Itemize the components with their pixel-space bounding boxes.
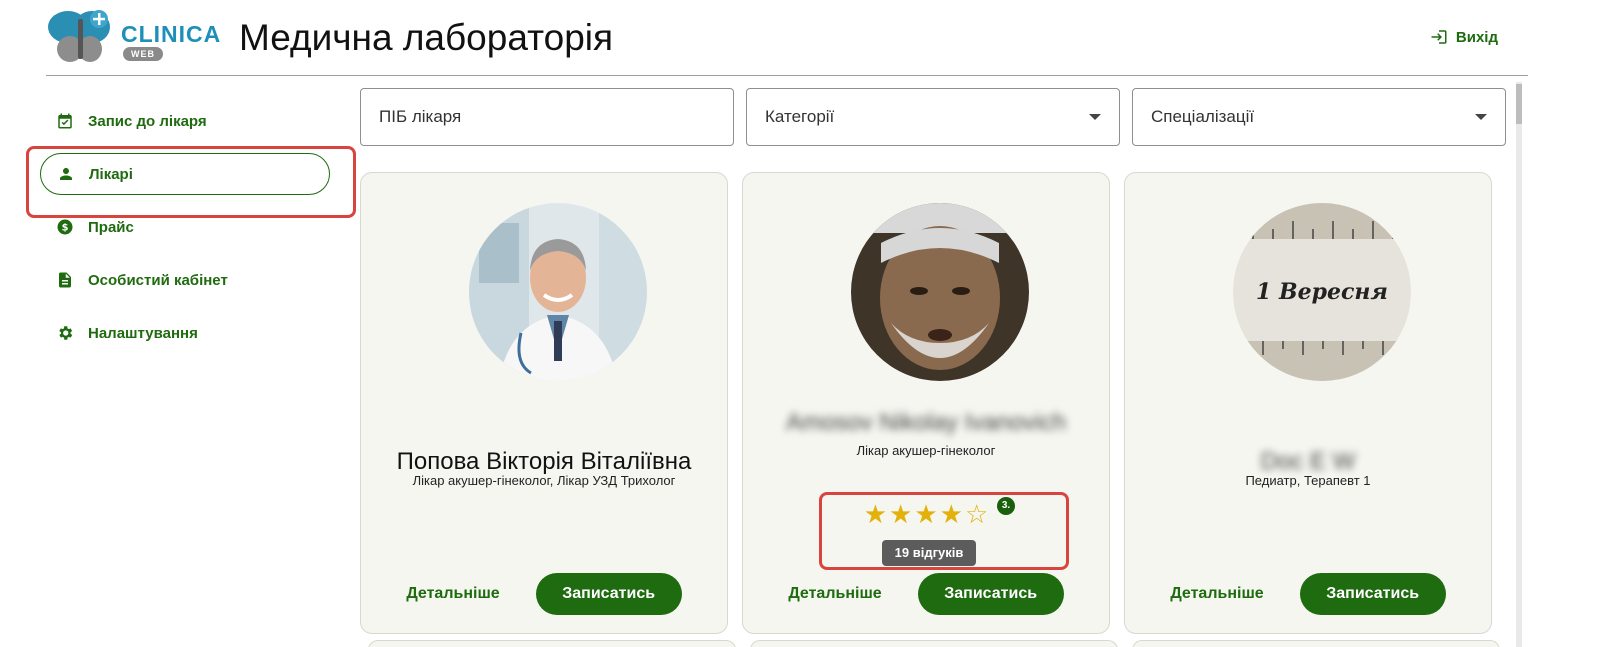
book-appointment-button[interactable]: Записатись <box>535 573 682 615</box>
details-button[interactable]: Детальніше <box>1170 585 1263 603</box>
doctor-name-search-input[interactable]: ПІБ лікаря <box>360 88 734 146</box>
specialization-select[interactable]: Спеціалізації <box>1132 88 1506 146</box>
details-button[interactable]: Детальніше <box>406 585 499 603</box>
doctor-name-placeholder: ПІБ лікаря <box>379 107 462 126</box>
sidebar-item-label: Прайс <box>88 218 134 236</box>
doctor-card-partial <box>368 640 736 647</box>
document-icon <box>56 271 74 289</box>
app-header: CLINICA WEB Медична лабораторія Вихід <box>46 0 1528 76</box>
page-title: Медична лабораторія <box>239 17 614 58</box>
page: CLINICA WEB Медична лабораторія Вихід За… <box>0 0 1617 647</box>
doctor-specialization: Лікар акушер-гінеколог <box>856 443 996 458</box>
annotation-highlight-doctors <box>26 146 356 218</box>
dropdown-arrow-icon <box>1475 114 1487 120</box>
dollar-icon: $ <box>56 218 74 236</box>
doctor-specialization: Педиатр, Терапевт 1 <box>1245 473 1371 488</box>
filter-bar: ПІБ лікаря Категорії Спеціалізації <box>360 88 1506 146</box>
doctor-name: Попова Вікторія Віталіївна <box>396 448 692 475</box>
book-appointment-button[interactable]: Записатись <box>1299 573 1446 615</box>
doctor-avatar: 1 Вересня <box>1233 203 1411 381</box>
content-scrollbar[interactable] <box>1516 82 1522 647</box>
doctor-name: Doc E W <box>1260 448 1356 475</box>
logo-badge: WEB <box>123 47 163 61</box>
dropdown-arrow-icon <box>1089 114 1101 120</box>
logout-label: Вихід <box>1455 28 1498 46</box>
specialization-select-label: Спеціалізації <box>1151 107 1255 126</box>
doctor-name: Amosov Nikolay Ivanovich <box>785 409 1067 436</box>
doctor-card-partial <box>750 640 1118 647</box>
gear-icon <box>56 324 74 342</box>
clinica-logo[interactable]: CLINICA WEB <box>46 5 226 67</box>
butterfly-logo-icon <box>48 10 110 62</box>
sidebar-item-label: Особистий кабінет <box>88 271 228 289</box>
scroll-thumb[interactable] <box>1516 84 1522 124</box>
doctor-card-partial <box>1132 640 1500 647</box>
calendar-icon <box>56 112 74 130</box>
card-actions: Детальніше Записатись <box>743 573 1109 615</box>
logout-button[interactable]: Вихід <box>1430 28 1498 46</box>
doctor-card: 1 Вересня Doc E W Педиатр, Терапевт 1 Де… <box>1124 172 1492 634</box>
sidebar-item-appointment[interactable]: Запис до лікаря <box>40 100 330 142</box>
sidebar-item-label: Налаштування <box>88 324 198 342</box>
sidebar: Запис до лікаря Лікарі $ Прайс Особистий… <box>40 100 330 365</box>
logout-icon <box>1431 30 1447 44</box>
doctor-card: Попова Вікторія Віталіївна Лікар акушер-… <box>360 172 728 634</box>
card-actions: Детальніше Записатись <box>1125 573 1491 615</box>
category-select[interactable]: Категорії <box>746 88 1120 146</box>
sidebar-item-cabinet[interactable]: Особистий кабінет <box>40 259 330 301</box>
sidebar-item-label: Запис до лікаря <box>88 112 207 130</box>
svg-text:$: $ <box>62 222 69 233</box>
book-appointment-button[interactable]: Записатись <box>917 573 1064 615</box>
details-button[interactable]: Детальніше <box>788 585 881 603</box>
doctor-avatar <box>851 203 1029 381</box>
doctor-specialization: Лікар акушер-гінеколог, Лікар УЗД Трихол… <box>412 473 676 488</box>
annotation-highlight-rating <box>819 492 1069 570</box>
logo-text: CLINICA <box>121 21 222 47</box>
category-select-label: Категорії <box>765 107 835 126</box>
card-actions: Детальніше Записатись <box>361 573 727 615</box>
doctor-avatar <box>469 203 647 381</box>
avatar-caption: 1 Вересня <box>1256 279 1388 305</box>
sidebar-item-settings[interactable]: Налаштування <box>40 312 330 354</box>
